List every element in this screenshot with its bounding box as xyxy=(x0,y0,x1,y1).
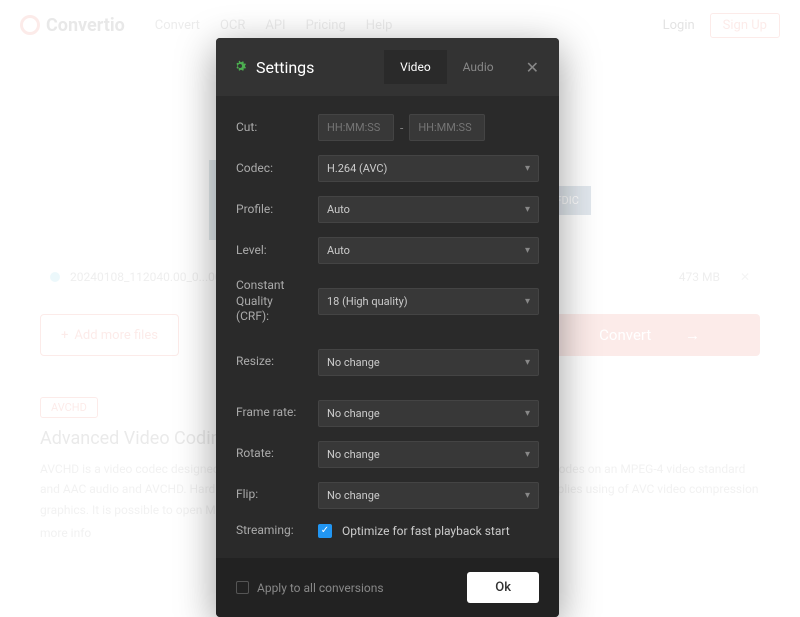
codec-label: Codec: xyxy=(236,161,308,177)
profile-label: Profile: xyxy=(236,202,308,218)
profile-row: Profile: Auto ▾ xyxy=(236,196,539,223)
modal-body: Cut: - Codec: H.264 (AVC) ▾ Profile: Aut… xyxy=(216,96,559,558)
codec-row: Codec: H.264 (AVC) ▾ xyxy=(236,155,539,182)
streaming-row: Streaming: ✓ Optimize for fast playback … xyxy=(236,523,539,539)
cut-end-input[interactable] xyxy=(409,114,485,141)
ok-button[interactable]: Ok xyxy=(467,572,539,603)
modal-footer: Apply to all conversions Ok xyxy=(216,558,559,617)
crf-row: Constant Quality (CRF): 18 (High quality… xyxy=(236,278,539,325)
level-label: Level: xyxy=(236,243,308,259)
rotate-label: Rotate: xyxy=(236,446,308,462)
crf-select[interactable]: 18 (High quality) ▾ xyxy=(318,288,539,315)
profile-value: Auto xyxy=(327,203,350,216)
cut-row: Cut: - xyxy=(236,114,539,141)
modal-header: Settings Video Audio ✕ xyxy=(216,38,559,96)
resize-value: No change xyxy=(327,356,380,369)
crf-value: 18 (High quality) xyxy=(327,295,408,308)
streaming-label: Streaming: xyxy=(236,523,308,539)
chevron-down-icon: ▾ xyxy=(525,245,530,256)
level-value: Auto xyxy=(327,244,350,257)
apply-all-label: Apply to all conversions xyxy=(257,581,384,595)
tab-video[interactable]: Video xyxy=(384,50,447,84)
cut-label: Cut: xyxy=(236,120,308,136)
close-icon[interactable]: ✕ xyxy=(522,58,543,77)
level-select[interactable]: Auto ▾ xyxy=(318,237,539,264)
chevron-down-icon: ▾ xyxy=(525,296,530,307)
streaming-checkbox[interactable]: ✓ xyxy=(318,524,332,538)
resize-select[interactable]: No change ▾ xyxy=(318,349,539,376)
framerate-value: No change xyxy=(327,407,380,420)
chevron-down-icon: ▾ xyxy=(525,204,530,215)
framerate-row: Frame rate: No change ▾ xyxy=(236,400,539,427)
flip-label: Flip: xyxy=(236,487,308,503)
modal-title: Settings xyxy=(256,58,314,77)
cut-separator: - xyxy=(400,121,403,135)
chevron-down-icon: ▾ xyxy=(525,408,530,419)
rotate-row: Rotate: No change ▾ xyxy=(236,441,539,468)
codec-value: H.264 (AVC) xyxy=(327,162,387,175)
flip-select[interactable]: No change ▾ xyxy=(318,482,539,509)
apply-all-checkbox[interactable] xyxy=(236,581,249,594)
cut-start-input[interactable] xyxy=(318,114,394,141)
framerate-select[interactable]: No change ▾ xyxy=(318,400,539,427)
chevron-down-icon: ▾ xyxy=(525,163,530,174)
profile-select[interactable]: Auto ▾ xyxy=(318,196,539,223)
rotate-select[interactable]: No change ▾ xyxy=(318,441,539,468)
level-row: Level: Auto ▾ xyxy=(236,237,539,264)
chevron-down-icon: ▾ xyxy=(525,357,530,368)
rotate-value: No change xyxy=(327,448,380,461)
flip-row: Flip: No change ▾ xyxy=(236,482,539,509)
resize-row: Resize: No change ▾ xyxy=(236,349,539,376)
flip-value: No change xyxy=(327,489,380,502)
framerate-label: Frame rate: xyxy=(236,405,308,421)
gear-icon xyxy=(232,58,248,77)
resize-label: Resize: xyxy=(236,354,308,370)
chevron-down-icon: ▾ xyxy=(525,449,530,460)
modal-tabs: Video Audio xyxy=(384,50,509,84)
streaming-option-label: Optimize for fast playback start xyxy=(342,524,510,538)
crf-label: Constant Quality (CRF): xyxy=(236,278,308,325)
chevron-down-icon: ▾ xyxy=(525,490,530,501)
tab-audio[interactable]: Audio xyxy=(447,50,510,84)
codec-select[interactable]: H.264 (AVC) ▾ xyxy=(318,155,539,182)
settings-modal: Settings Video Audio ✕ Cut: - Codec: H.2… xyxy=(216,38,559,617)
